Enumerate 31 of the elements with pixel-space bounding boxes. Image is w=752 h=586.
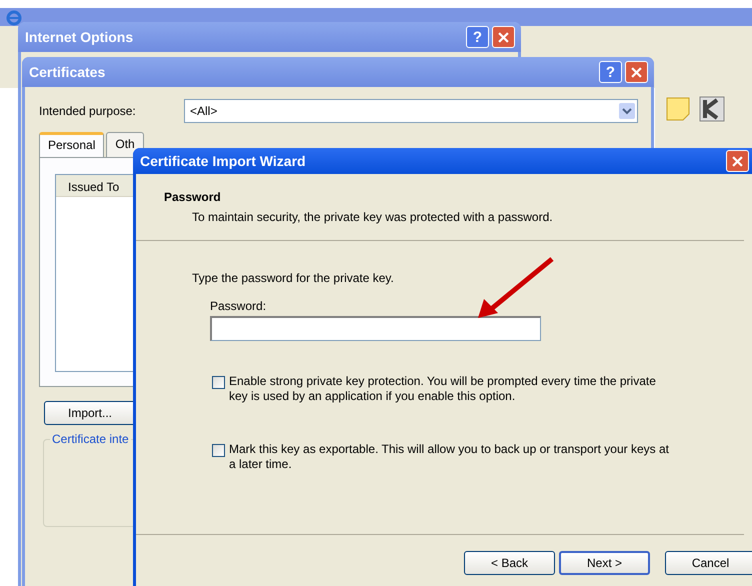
close-button[interactable]: [625, 61, 648, 83]
option-label: Enable strong private key protection. You will be prompted every time the private key is used by an application if you enable this option.: [229, 374, 657, 404]
wizard-button[interactable]: Next >: [559, 551, 650, 575]
tab[interactable]: Oth: [106, 132, 144, 157]
close-icon: [631, 66, 642, 78]
instruction-text: Type the password for the private key.: [192, 271, 395, 285]
close-button[interactable]: [726, 150, 749, 172]
help-button[interactable]: ?: [599, 61, 622, 83]
note-icon[interactable]: [665, 96, 691, 122]
tab[interactable]: Personal: [39, 132, 104, 157]
wizard-button[interactable]: < Back: [464, 551, 555, 575]
page-subheading: To maintain security, the private key was protected with a password.: [191, 210, 554, 224]
browser-icon: [6, 10, 22, 26]
page-heading: Password: [164, 190, 222, 204]
password-field[interactable]: [210, 316, 541, 341]
column-header[interactable]: Issued To: [56, 175, 134, 197]
help-button[interactable]: ?: [466, 26, 489, 48]
checkbox[interactable]: [212, 444, 225, 457]
import-button[interactable]: Import...: [44, 401, 136, 425]
wizard-button[interactable]: Cancel: [665, 551, 752, 575]
window-title: Internet Options: [25, 29, 134, 45]
field-label: Password:: [210, 299, 268, 313]
purpose-dropdown[interactable]: <All>: [184, 99, 638, 123]
close-icon: [498, 32, 509, 42]
close-button[interactable]: [492, 26, 515, 48]
group-label: Certificate inte: [50, 432, 131, 446]
option-label: Mark this key as exportable. This will allow you to back up or transport your keys at a later time.: [229, 442, 670, 472]
field-label: Intended purpose:: [39, 104, 137, 118]
window-title: Certificates: [29, 64, 106, 80]
close-icon: [732, 156, 743, 166]
checkbox[interactable]: [212, 376, 225, 389]
